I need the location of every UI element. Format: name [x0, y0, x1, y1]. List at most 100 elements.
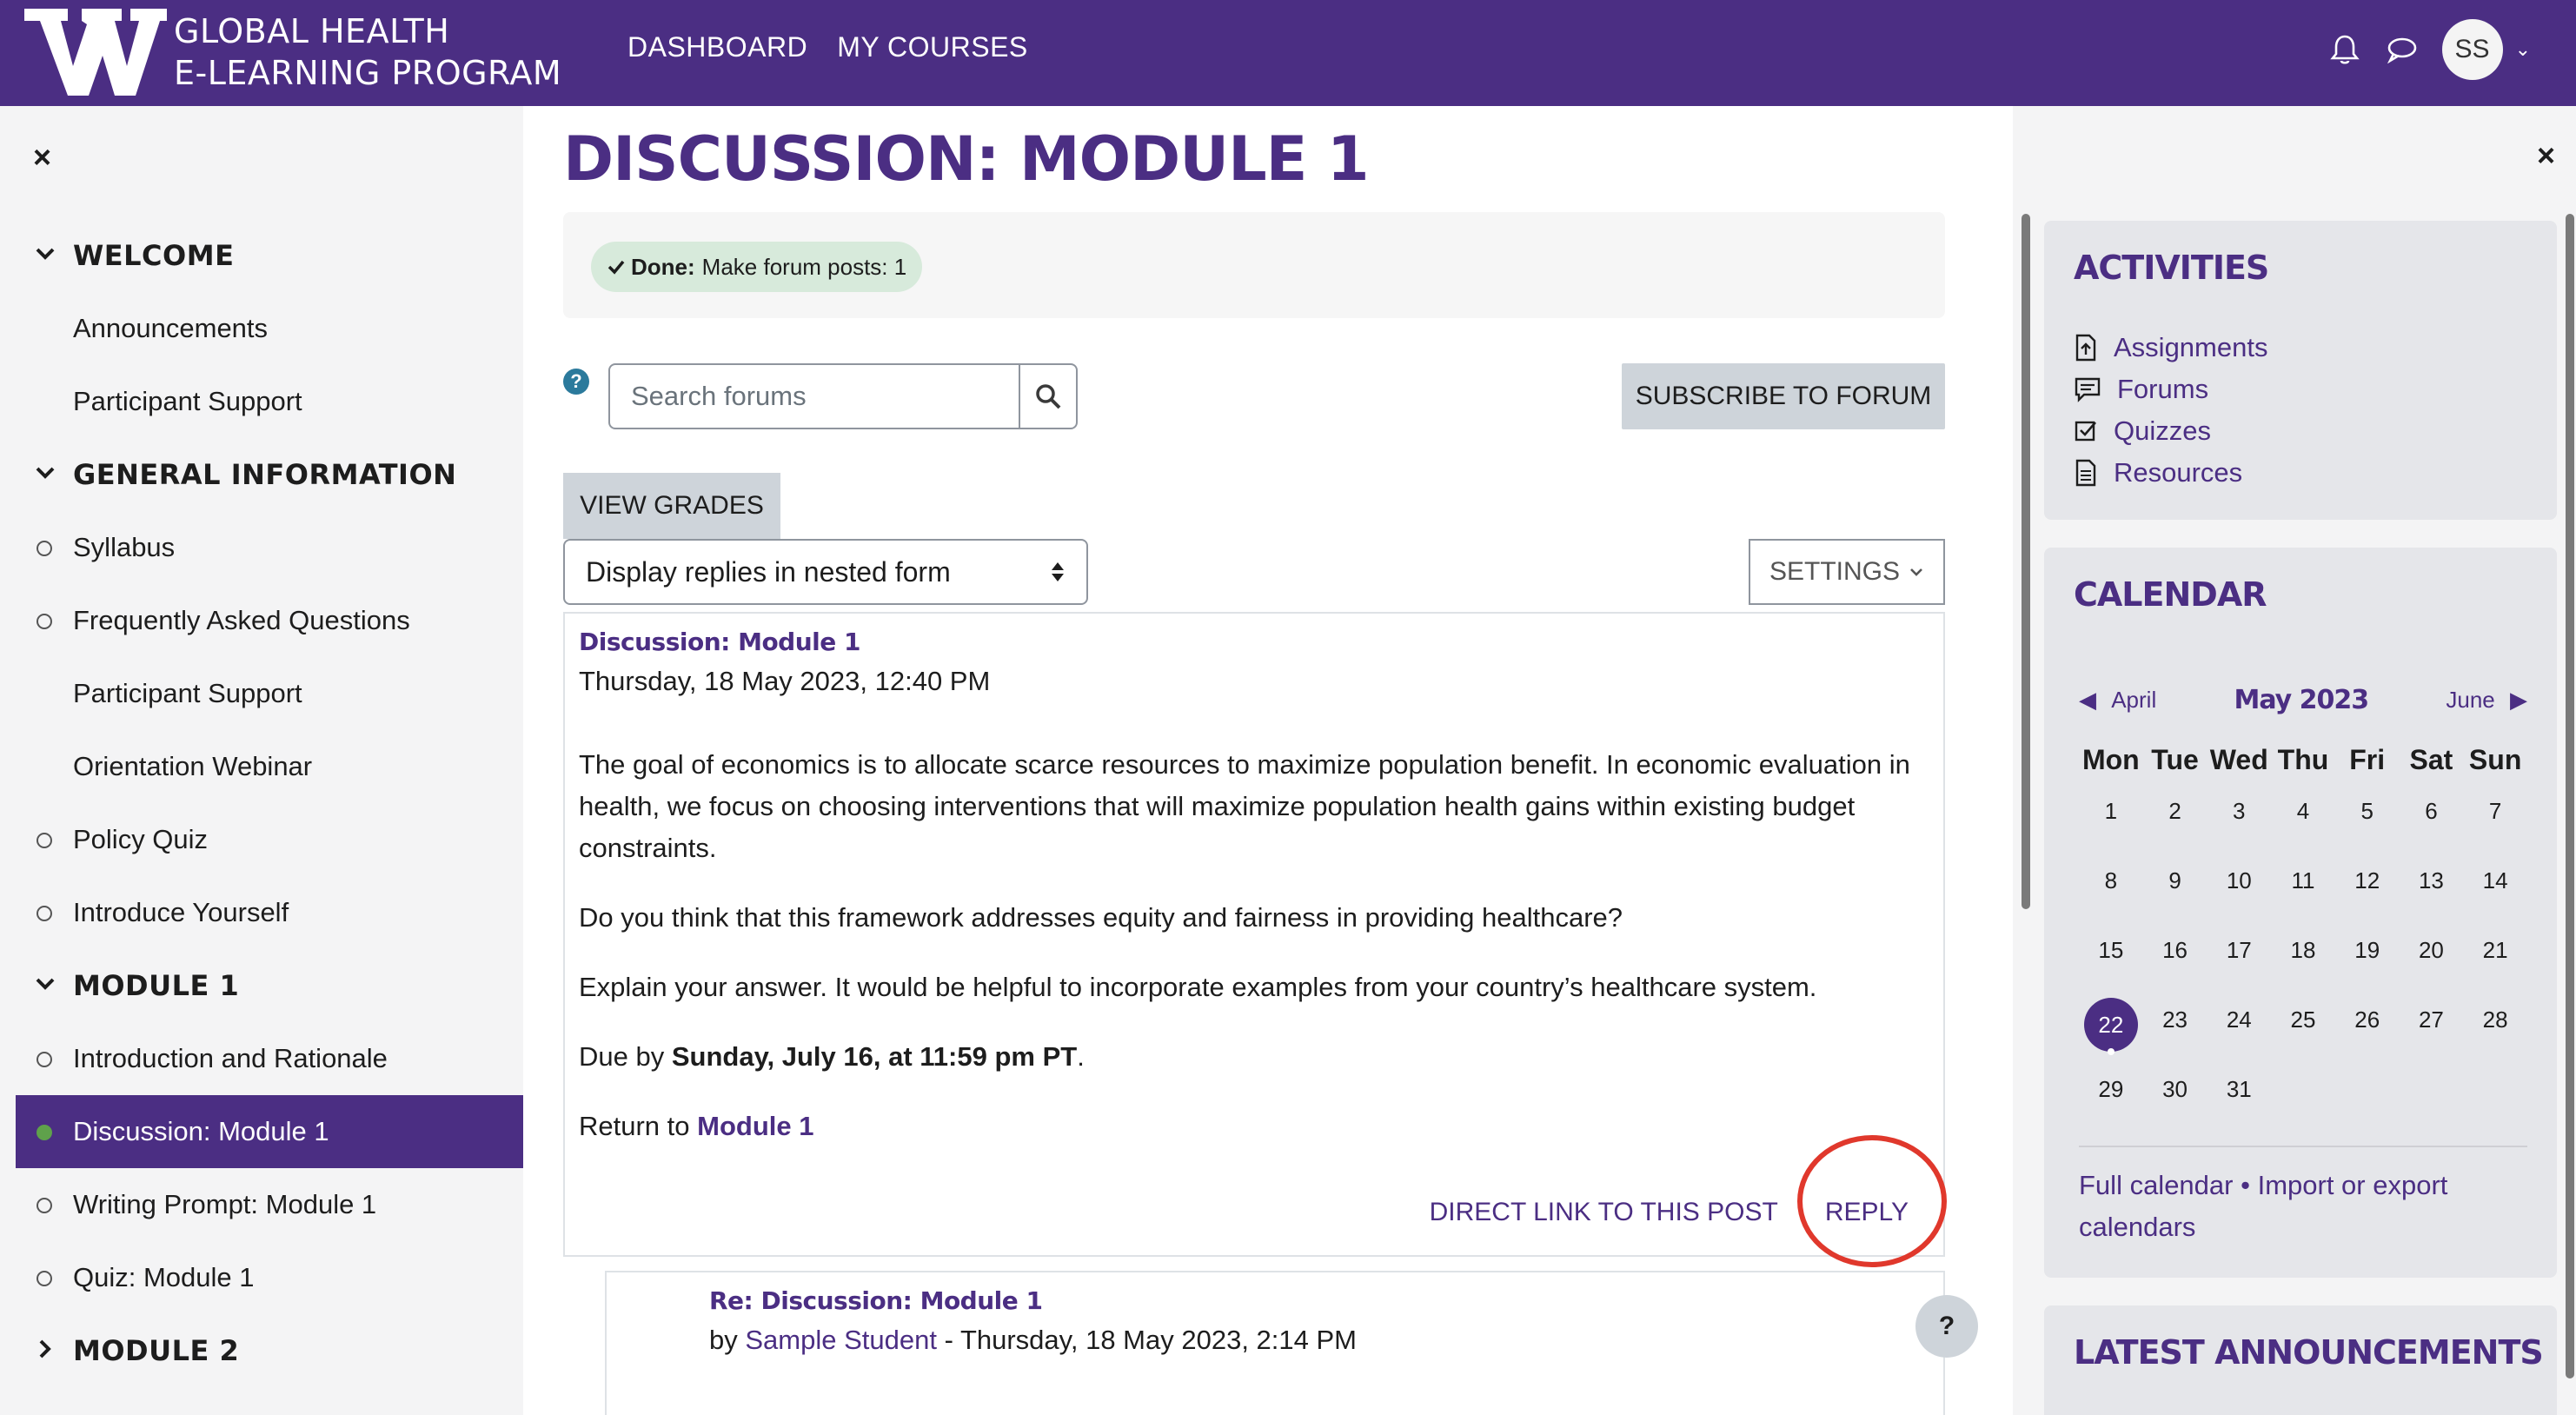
calendar-day[interactable]: 26: [2335, 1001, 2400, 1071]
user-menu-chevron-down-icon[interactable]: ⌄: [2515, 38, 2531, 61]
index-item-quiz-module-1[interactable]: Quiz: Module 1: [0, 1241, 523, 1314]
full-calendar-link[interactable]: Full calendar: [2079, 1170, 2233, 1200]
help-question-icon[interactable]: ?: [563, 369, 589, 395]
scrollbar[interactable]: [2566, 214, 2574, 1378]
index-item-introduce-yourself[interactable]: Introduce Yourself: [0, 876, 523, 949]
calendar-day[interactable]: 9: [2143, 862, 2208, 932]
direct-link-button[interactable]: DIRECT LINK TO THIS POST: [1430, 1198, 1778, 1227]
calendar-day[interactable]: 2: [2143, 793, 2208, 862]
settings-dropdown[interactable]: SETTINGS: [1749, 539, 1945, 605]
index-item-introduction-rationale[interactable]: Introduction and Rationale: [0, 1022, 523, 1095]
chevron-down-icon[interactable]: [31, 240, 59, 268]
calendar-day[interactable]: 16: [2143, 932, 2208, 1001]
post-paragraph: The goal of economics is to allocate sca…: [579, 744, 1917, 869]
messages-chat-icon[interactable]: [2385, 32, 2420, 67]
section-title-label: GENERAL INFORMATION: [73, 458, 456, 491]
link-separator: •: [2233, 1170, 2257, 1200]
calendar-day[interactable]: 29: [2079, 1071, 2143, 1140]
calendar-day-number: 13: [2419, 867, 2444, 894]
subscribe-to-forum-button[interactable]: SUBSCRIBE TO FORUM: [1622, 363, 1945, 429]
view-grades-button[interactable]: VIEW GRADES: [563, 473, 780, 539]
calendar-day[interactable]: 10: [2207, 862, 2271, 932]
activity-quizzes[interactable]: Quizzes: [2074, 410, 2267, 452]
activity-forums[interactable]: Forums: [2074, 369, 2267, 410]
index-item-participant-support-2[interactable]: Participant Support: [0, 657, 523, 730]
calendar-day-today[interactable]: 22: [2079, 1001, 2143, 1071]
display-mode-select[interactable]: Display replies in nested form: [563, 539, 1088, 605]
chevron-down-icon[interactable]: [31, 970, 59, 998]
close-course-index-icon[interactable]: ×: [33, 139, 51, 176]
completion-badge: Done: Make forum posts: 1: [591, 242, 922, 292]
index-item-syllabus[interactable]: Syllabus: [0, 511, 523, 584]
section-general-information[interactable]: GENERAL INFORMATION: [0, 438, 523, 511]
calendar-day[interactable]: 14: [2463, 862, 2527, 932]
calendar-day[interactable]: 5: [2335, 793, 2400, 862]
reply-subject[interactable]: Re: Discussion: Module 1: [709, 1286, 1042, 1315]
chevron-down-icon[interactable]: [31, 459, 59, 487]
reply-author-link[interactable]: Sample Student: [745, 1325, 937, 1355]
site-name[interactable]: GLOBAL HEALTH E-LEARNING PROGRAM: [174, 10, 561, 94]
calendar-day[interactable]: 23: [2143, 1001, 2208, 1071]
user-nav: SS ⌄: [2327, 19, 2531, 80]
index-item-policy-quiz[interactable]: Policy Quiz: [0, 803, 523, 876]
calendar-day[interactable]: 12: [2335, 862, 2400, 932]
search-button[interactable]: [1019, 363, 1078, 429]
calendar-footer: Full calendar • Import or export calenda…: [2079, 1146, 2527, 1248]
return-prefix: Return to: [579, 1111, 697, 1141]
forum-post: Discussion: Module 1 Thursday, 18 May 20…: [563, 612, 1945, 1257]
settings-label: SETTINGS: [1769, 557, 1900, 587]
calendar-day[interactable]: 20: [2400, 932, 2464, 1001]
calendar-day[interactable]: 8: [2079, 862, 2143, 932]
index-item-label: Frequently Asked Questions: [73, 605, 410, 636]
calendar-day[interactable]: 18: [2271, 932, 2335, 1001]
calendar-day[interactable]: 15: [2079, 932, 2143, 1001]
calendar-day-number: 11: [2291, 867, 2314, 894]
calendar-day[interactable]: 17: [2207, 932, 2271, 1001]
notifications-bell-icon[interactable]: [2327, 32, 2362, 67]
chevron-right-icon[interactable]: [31, 1335, 59, 1363]
calendar-day[interactable]: 19: [2335, 932, 2400, 1001]
nav-dashboard[interactable]: DASHBOARD: [627, 31, 807, 63]
section-title-label: WELCOME: [73, 239, 234, 272]
calendar-day[interactable]: 3: [2207, 793, 2271, 862]
calendar-day[interactable]: 1: [2079, 793, 2143, 862]
calendar-day[interactable]: 27: [2400, 1001, 2464, 1071]
return-module-link[interactable]: Module 1: [697, 1111, 813, 1141]
due-suffix: .: [1077, 1041, 1085, 1072]
next-month-label: June: [2446, 687, 2494, 713]
index-item-writing-prompt[interactable]: Writing Prompt: Module 1: [0, 1168, 523, 1241]
calendar-day[interactable]: 24: [2207, 1001, 2271, 1071]
close-block-drawer-icon[interactable]: ×: [2537, 137, 2555, 174]
calendar-day[interactable]: 25: [2271, 1001, 2335, 1071]
user-avatar[interactable]: SS: [2442, 19, 2503, 80]
section-module-2[interactable]: MODULE 2: [0, 1314, 523, 1387]
block-title: ACTIVITIES: [2074, 249, 2268, 287]
calendar-day[interactable]: 7: [2463, 793, 2527, 862]
activity-assignments[interactable]: Assignments: [2074, 327, 2267, 369]
calendar-day[interactable]: 13: [2400, 862, 2464, 932]
post-subject[interactable]: Discussion: Module 1: [579, 628, 860, 656]
calendar-day[interactable]: 30: [2143, 1071, 2208, 1140]
calendar-next-month[interactable]: June ▶: [2446, 687, 2527, 714]
calendar-day[interactable]: 28: [2463, 1001, 2527, 1071]
index-item-announcements[interactable]: Announcements: [0, 292, 523, 365]
calendar-day[interactable]: 4: [2271, 793, 2335, 862]
index-item-discussion-module-1[interactable]: Discussion: Module 1: [16, 1095, 523, 1168]
uw-logo-icon[interactable]: [24, 5, 167, 99]
calendar-day[interactable]: 6: [2400, 793, 2464, 862]
index-item-faq[interactable]: Frequently Asked Questions: [0, 584, 523, 657]
calendar-day-number: 17: [2227, 937, 2252, 964]
scrollbar[interactable]: [2022, 214, 2030, 909]
calendar-prev-month[interactable]: ◀ April: [2079, 687, 2156, 714]
calendar-day[interactable]: 21: [2463, 932, 2527, 1001]
search-forums-input[interactable]: Search forums: [608, 363, 1020, 429]
nav-my-courses[interactable]: MY COURSES: [837, 31, 1028, 63]
floating-help-button[interactable]: ?: [1915, 1295, 1978, 1358]
section-welcome[interactable]: WELCOME: [0, 219, 523, 292]
index-item-participant-support[interactable]: Participant Support: [0, 365, 523, 438]
calendar-day[interactable]: 11: [2271, 862, 2335, 932]
activity-resources[interactable]: Resources: [2074, 452, 2267, 494]
section-module-1[interactable]: MODULE 1: [0, 949, 523, 1022]
index-item-orientation-webinar[interactable]: Orientation Webinar: [0, 730, 523, 803]
calendar-day[interactable]: 31: [2207, 1071, 2271, 1140]
